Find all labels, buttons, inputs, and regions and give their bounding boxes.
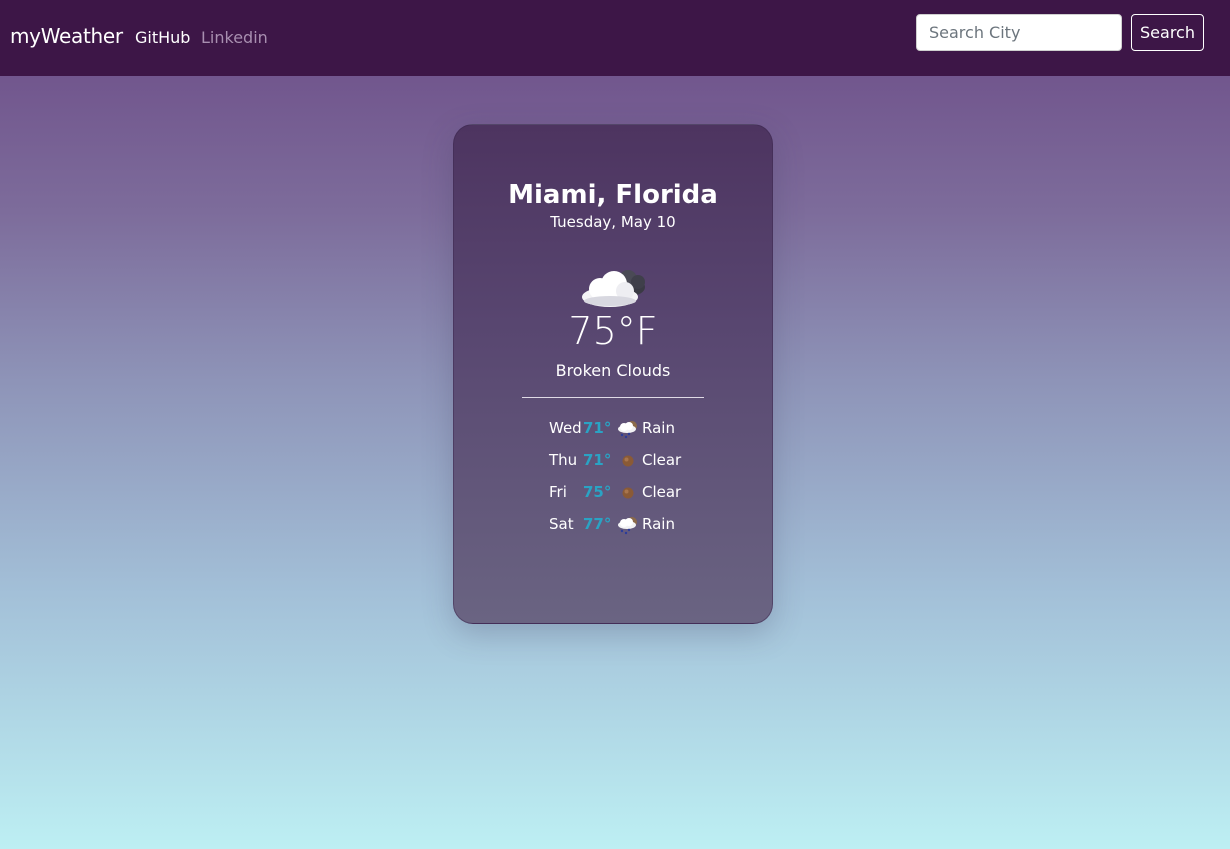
- nav-link-github[interactable]: GitHub: [135, 28, 190, 47]
- forecast-row: Sat 77° Rain: [454, 513, 772, 545]
- forecast-temp: 77°: [583, 515, 612, 533]
- search-button[interactable]: Search: [1131, 14, 1204, 51]
- forecast-condition: Rain: [642, 515, 675, 533]
- divider: [522, 397, 704, 398]
- forecast-temp: 75°: [583, 483, 612, 501]
- forecast-temp: 71°: [583, 419, 612, 437]
- rain-icon: [618, 421, 637, 439]
- forecast-day: Wed: [549, 419, 582, 437]
- forecast-row: Wed 71° Rain: [454, 417, 772, 449]
- forecast-condition: Rain: [642, 419, 675, 437]
- weather-card: Miami, Florida Tuesday, May 10 75°F Brok…: [453, 124, 773, 624]
- clear-icon: [622, 455, 634, 467]
- nav-link-linkedin[interactable]: Linkedin: [201, 28, 268, 47]
- brand-logo[interactable]: myWeather: [10, 24, 123, 48]
- forecast-list: Wed 71° Rain Thu 71° Clear Fri 75° Clear…: [454, 417, 772, 545]
- forecast-condition: Clear: [642, 483, 682, 501]
- navbar: myWeather GitHub Linkedin Search: [0, 0, 1230, 76]
- current-date: Tuesday, May 10: [550, 213, 676, 231]
- forecast-row: Fri 75° Clear: [454, 481, 772, 513]
- forecast-temp: 71°: [583, 451, 612, 469]
- current-temperature: 75°F: [568, 309, 658, 353]
- city-name: Miami, Florida: [508, 180, 718, 210]
- forecast-day: Fri: [549, 483, 567, 501]
- current-description: Broken Clouds: [555, 361, 671, 380]
- search-city-input[interactable]: [916, 14, 1122, 51]
- broken-clouds-icon: [582, 270, 645, 307]
- forecast-condition: Clear: [642, 451, 682, 469]
- forecast-day: Thu: [549, 451, 578, 469]
- clear-icon: [622, 487, 634, 499]
- rain-icon: [618, 517, 637, 535]
- forecast-row: Thu 71° Clear: [454, 449, 772, 481]
- forecast-day: Sat: [549, 515, 574, 533]
